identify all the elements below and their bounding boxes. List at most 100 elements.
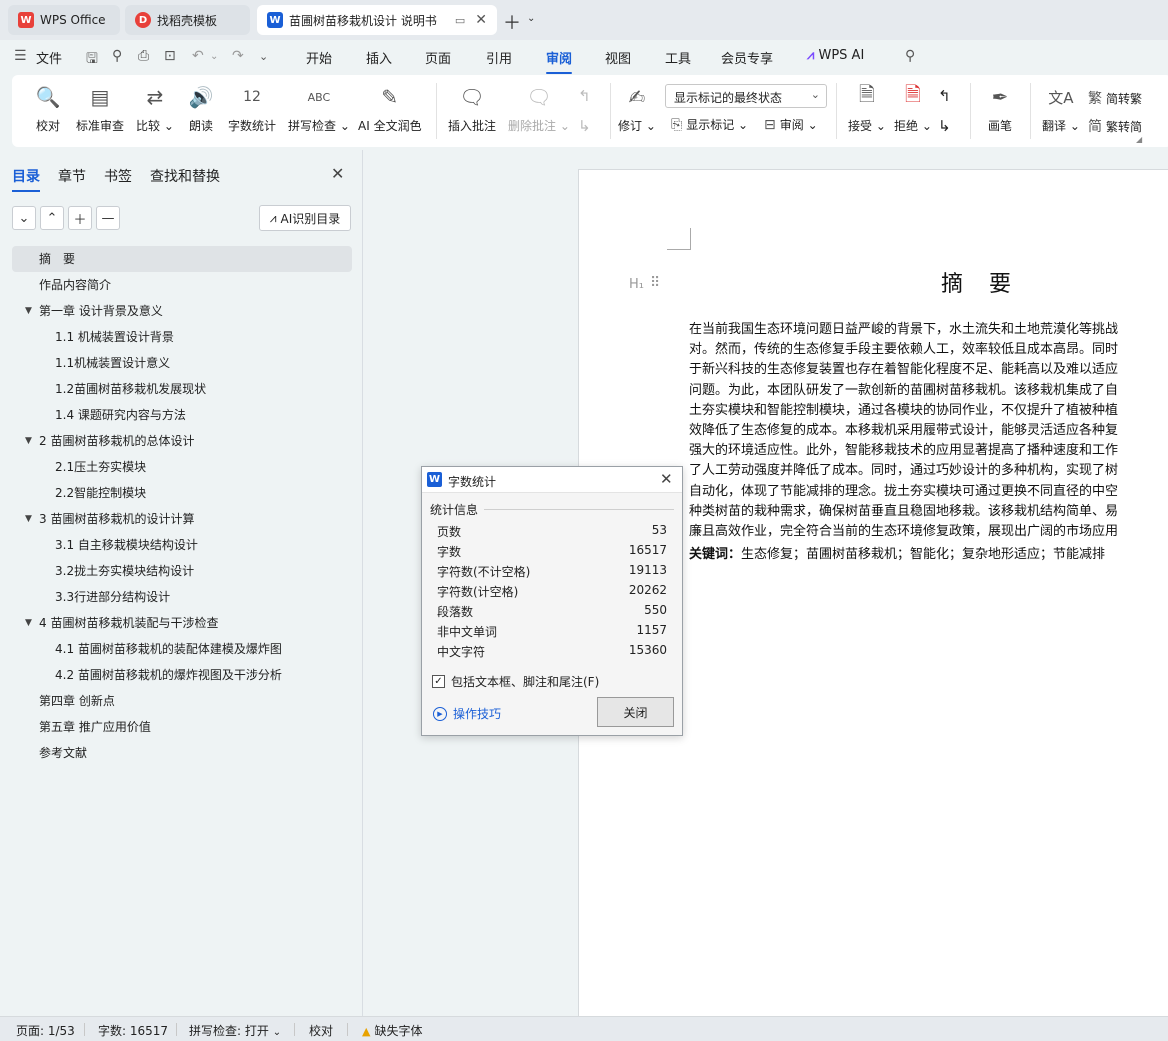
toc-item[interactable]: 4.1 苗圃树苗移栽机的装配体建模及爆炸图 [12, 636, 352, 662]
status-missing-font[interactable]: ▲ 缺失字体 [362, 1022, 422, 1039]
ai-toc-label: AI识别目录 [280, 211, 341, 226]
ribbon-expand-icon[interactable]: ◢ [1136, 135, 1142, 144]
review-pane-button[interactable]: ⊟ 审阅 ⌄ [764, 116, 818, 133]
status-word-count[interactable]: 字数: 16517 [98, 1022, 168, 1039]
next-comment-icon[interactable]: ↳ [578, 117, 591, 135]
print-icon[interactable]: ⎙ [138, 48, 149, 64]
hamburger-menu-icon[interactable]: ☰ [14, 48, 27, 64]
toc-item[interactable]: 1.1 机械装置设计背景 [12, 324, 352, 350]
toc-item[interactable]: ▼ 第一章 设计背景及意义 [12, 298, 352, 324]
track-changes-button[interactable]: ✍ 修订 ⌄ [618, 83, 656, 134]
proofread-button[interactable]: 🔍 校对 [34, 83, 62, 134]
print-preview-icon[interactable]: ⊡ [164, 48, 176, 64]
include-textboxes-checkbox[interactable]: ✓ 包括文本框、脚注和尾注(F) [432, 673, 599, 690]
undo-dropdown-icon[interactable]: ⌄ [210, 51, 218, 62]
menu-insert[interactable]: 插入 [366, 48, 392, 67]
markup-state-select[interactable]: 显示标记的最终状态 ⌄ [665, 84, 827, 108]
menu-file[interactable]: 文件 [36, 48, 62, 67]
delete-comment-button[interactable]: 🗨 删除批注 ⌄ [508, 83, 570, 134]
toc-item[interactable]: 2.1压土夯实模块 [12, 454, 352, 480]
toc-item[interactable]: 4.2 苗圃树苗移栽机的爆炸视图及干涉分析 [12, 662, 352, 688]
menu-view[interactable]: 视图 [605, 48, 631, 67]
status-spell-check[interactable]: 拼写检查: 打开 ⌄ [189, 1022, 281, 1039]
expand-arrow-icon[interactable]: ▼ [25, 428, 32, 454]
menu-membership[interactable]: 会员专享 [721, 48, 773, 67]
accept-button[interactable]: 🗎 接受 ⌄ [848, 82, 886, 134]
toc-item[interactable]: 摘 要 [12, 246, 352, 272]
toc-item[interactable]: 2.2智能控制模块 [12, 480, 352, 506]
toc-item-label: 作品内容简介 [39, 278, 112, 292]
to-simplified-button[interactable]: 简 繁转简 [1088, 116, 1142, 136]
close-button[interactable]: 关闭 [597, 697, 674, 727]
dialog-titlebar[interactable]: W 字数统计 ✕ [422, 467, 682, 493]
menu-home[interactable]: 开始 [306, 48, 332, 67]
toc-item[interactable]: 1.4 课题研究内容与方法 [12, 402, 352, 428]
status-proofread[interactable]: 校对 [309, 1022, 333, 1039]
word-count-button[interactable]: 12 字数统计 [228, 83, 276, 134]
ai-polish-button[interactable]: ✎ AI 全文润色 [358, 83, 422, 134]
remove-heading-button[interactable]: — [96, 206, 120, 230]
ai-toc-button[interactable]: ⩘ AI识别目录 [259, 205, 351, 231]
compare-button[interactable]: ⇄ 比较 ⌄ [136, 83, 174, 134]
collapse-button[interactable]: ⌄ [12, 206, 36, 230]
prev-change-icon[interactable]: ↰ [938, 87, 951, 105]
tab-bookmarks[interactable]: 书签 [104, 166, 132, 186]
expand-button[interactable]: ⌃ [40, 206, 64, 230]
drag-handle-icon[interactable]: ⠿ [650, 275, 660, 291]
next-change-icon[interactable]: ↳ [938, 117, 951, 135]
save-icon[interactable]: 🖫 [86, 48, 98, 72]
expand-arrow-icon[interactable]: ▼ [25, 298, 32, 324]
wps-logo-icon: W [18, 12, 34, 28]
toc-item[interactable]: 3.3行进部分结构设计 [12, 584, 352, 610]
toc-item[interactable]: 3.2拢土夯实模块结构设计 [12, 558, 352, 584]
pen-button[interactable]: ✒ 画笔 [986, 83, 1014, 134]
toc-item[interactable]: ▼ 2 苗圃树苗移栽机的总体设计 [12, 428, 352, 454]
tips-link[interactable]: ▶ 操作技巧 [433, 705, 501, 722]
toc-item[interactable]: 第五章 推广应用价值 [12, 714, 352, 740]
spell-check-button[interactable]: ABC 拼写检查 ⌄ [288, 83, 350, 134]
toc-item[interactable]: 1.2苗圃树苗移栽机发展现状 [12, 376, 352, 402]
toc-item[interactable]: 3.1 自主移栽模块结构设计 [12, 532, 352, 558]
toc-item[interactable]: 第四章 创新点 [12, 688, 352, 714]
toc-item[interactable]: 作品内容简介 [12, 272, 352, 298]
menu-tools[interactable]: 工具 [665, 48, 691, 67]
tab-sections[interactable]: 章节 [58, 166, 86, 186]
menu-wps-ai[interactable]: ⩘ WPS AI [807, 48, 864, 63]
translate-button[interactable]: 文A 翻译 ⌄ [1042, 83, 1080, 134]
toc-item[interactable]: 1.1机械装置设计意义 [12, 350, 352, 376]
undo-icon[interactable]: ↶ [192, 48, 204, 64]
tab-wps-office[interactable]: W WPS Office [8, 5, 120, 35]
read-aloud-button[interactable]: 🔊 朗读 [187, 83, 215, 134]
new-tab-plus-icon[interactable]: ＋ [503, 9, 521, 35]
add-heading-button[interactable]: ＋ [68, 206, 92, 230]
monitor-icon[interactable]: ▭ [455, 14, 465, 27]
tab-toc[interactable]: 目录 [12, 166, 40, 192]
chevron-down-icon[interactable]: ⌄ [527, 13, 535, 24]
expand-arrow-icon[interactable]: ▼ [25, 506, 32, 532]
heading-marker-icon[interactable]: H₁ [629, 277, 644, 292]
format-painter-icon[interactable]: ⚲ [112, 48, 122, 64]
menu-references[interactable]: 引用 [486, 48, 512, 67]
reject-button[interactable]: 🗎 拒绝 ⌄ [894, 82, 932, 134]
more-dropdown-icon[interactable]: ⌄ [259, 50, 268, 63]
tab-docer-templates[interactable]: D 找稻壳模板 [125, 5, 250, 35]
to-traditional-button[interactable]: 繁 简转繁 [1088, 88, 1142, 108]
close-icon[interactable]: ✕ [331, 164, 344, 183]
close-icon[interactable]: ✕ [660, 470, 673, 488]
expand-arrow-icon[interactable]: ▼ [25, 610, 32, 636]
tab-document[interactable]: W 苗圃树苗移栽机设计 说明书 ▭ ✕ [257, 5, 497, 35]
status-page[interactable]: 页面: 1/53 [16, 1022, 75, 1039]
search-icon[interactable]: ⚲ [905, 48, 915, 64]
close-tab-icon[interactable]: ✕ [475, 12, 487, 28]
tab-find-replace[interactable]: 查找和替换 [150, 166, 220, 186]
redo-icon[interactable]: ↷ [232, 48, 244, 64]
toc-item[interactable]: 参考文献 [12, 740, 352, 766]
standard-review-button[interactable]: ▤ 标准审查 [76, 83, 124, 134]
menu-page[interactable]: 页面 [425, 48, 451, 67]
menu-review[interactable]: 审阅 [546, 48, 573, 74]
show-markup-button[interactable]: ⎘ 显示标记 ⌄ [671, 116, 748, 133]
toc-item[interactable]: ▼ 4 苗圃树苗移栽机装配与干涉检查 [12, 610, 352, 636]
insert-comment-button[interactable]: 🗨 插入批注 [448, 83, 496, 134]
prev-comment-icon[interactable]: ↰ [578, 87, 591, 105]
toc-item[interactable]: ▼ 3 苗圃树苗移栽机的设计计算 [12, 506, 352, 532]
